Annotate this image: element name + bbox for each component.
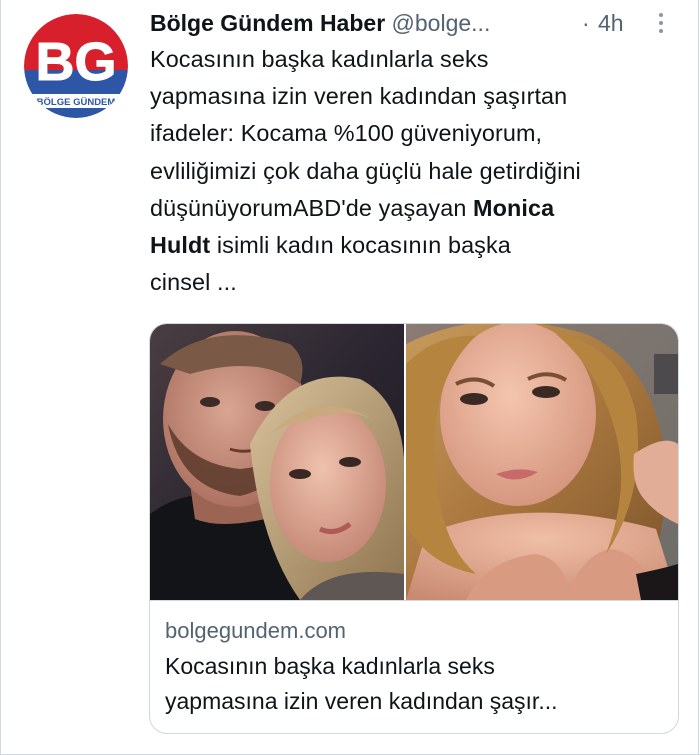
- more-dots-icon[interactable]: [657, 13, 665, 35]
- tweet-text-line: cinsel ...: [150, 269, 237, 296]
- card-title[interactable]: Kocasının başka kadınlarla seks yapmasın…: [165, 649, 665, 719]
- tweet-timestamp[interactable]: 4h: [598, 6, 624, 40]
- tweet-text-line: yapmasına izin veren kadından şaşırtan: [150, 83, 568, 110]
- link-preview-card[interactable]: bolgegundem.com Kocasının başka kadınlar…: [149, 323, 679, 734]
- author-handle[interactable]: @bolge...: [392, 10, 491, 36]
- tweet-text: Kocasının başka kadınlarla seks yapmasın…: [150, 41, 680, 301]
- author-name[interactable]: Bölge Gündem Haber: [150, 10, 385, 36]
- card-title-line: yapmasına izin veren kadından şaşır...: [165, 688, 558, 714]
- tweet-header: Bölge Gündem Haber @bolge... · 4h: [150, 6, 680, 40]
- card-photo-couple: [150, 324, 404, 600]
- tweet-text-line: Huldt isimli kadın kocasının başka: [150, 227, 680, 264]
- tweet-text-line: evliliğimizi çok daha güçlü hale getirdi…: [150, 157, 581, 184]
- text-segment: düşünüyorumABD'de yaşayan: [150, 194, 474, 221]
- bold-name-huldt: Huldt: [150, 232, 211, 259]
- tweet-text-line: ifadeler: Kocama %100 güveniyorum,: [150, 120, 543, 147]
- tweet-text-line: Kocasının başka kadınlarla seks: [150, 46, 489, 72]
- logo-letters: BG: [36, 32, 117, 92]
- bg-logo-image: BG BÖLGE GÜNDEM: [24, 14, 128, 118]
- author-avatar[interactable]: BG BÖLGE GÜNDEM: [24, 14, 128, 118]
- card-photo-woman: [406, 324, 678, 600]
- tweet-text-line: düşünüyorumABD'de yaşayan Monica: [150, 190, 680, 227]
- card-domain[interactable]: bolgegundem.com: [165, 617, 346, 645]
- logo-caption: BÖLGE GÜNDEM: [37, 97, 116, 108]
- card-title-line: Kocasının başka kadınlarla seks: [165, 653, 495, 679]
- timeline-left-border: [0, 0, 1, 755]
- bold-name-monica: Monica: [473, 194, 555, 221]
- separator-dot: ·: [582, 10, 590, 36]
- text-segment: isimli kadın kocasının başka: [210, 232, 511, 259]
- card-media[interactable]: [150, 324, 678, 600]
- timeline-right-border: [698, 0, 699, 755]
- card-meta[interactable]: bolgegundem.com Kocasının başka kadınlar…: [150, 600, 678, 733]
